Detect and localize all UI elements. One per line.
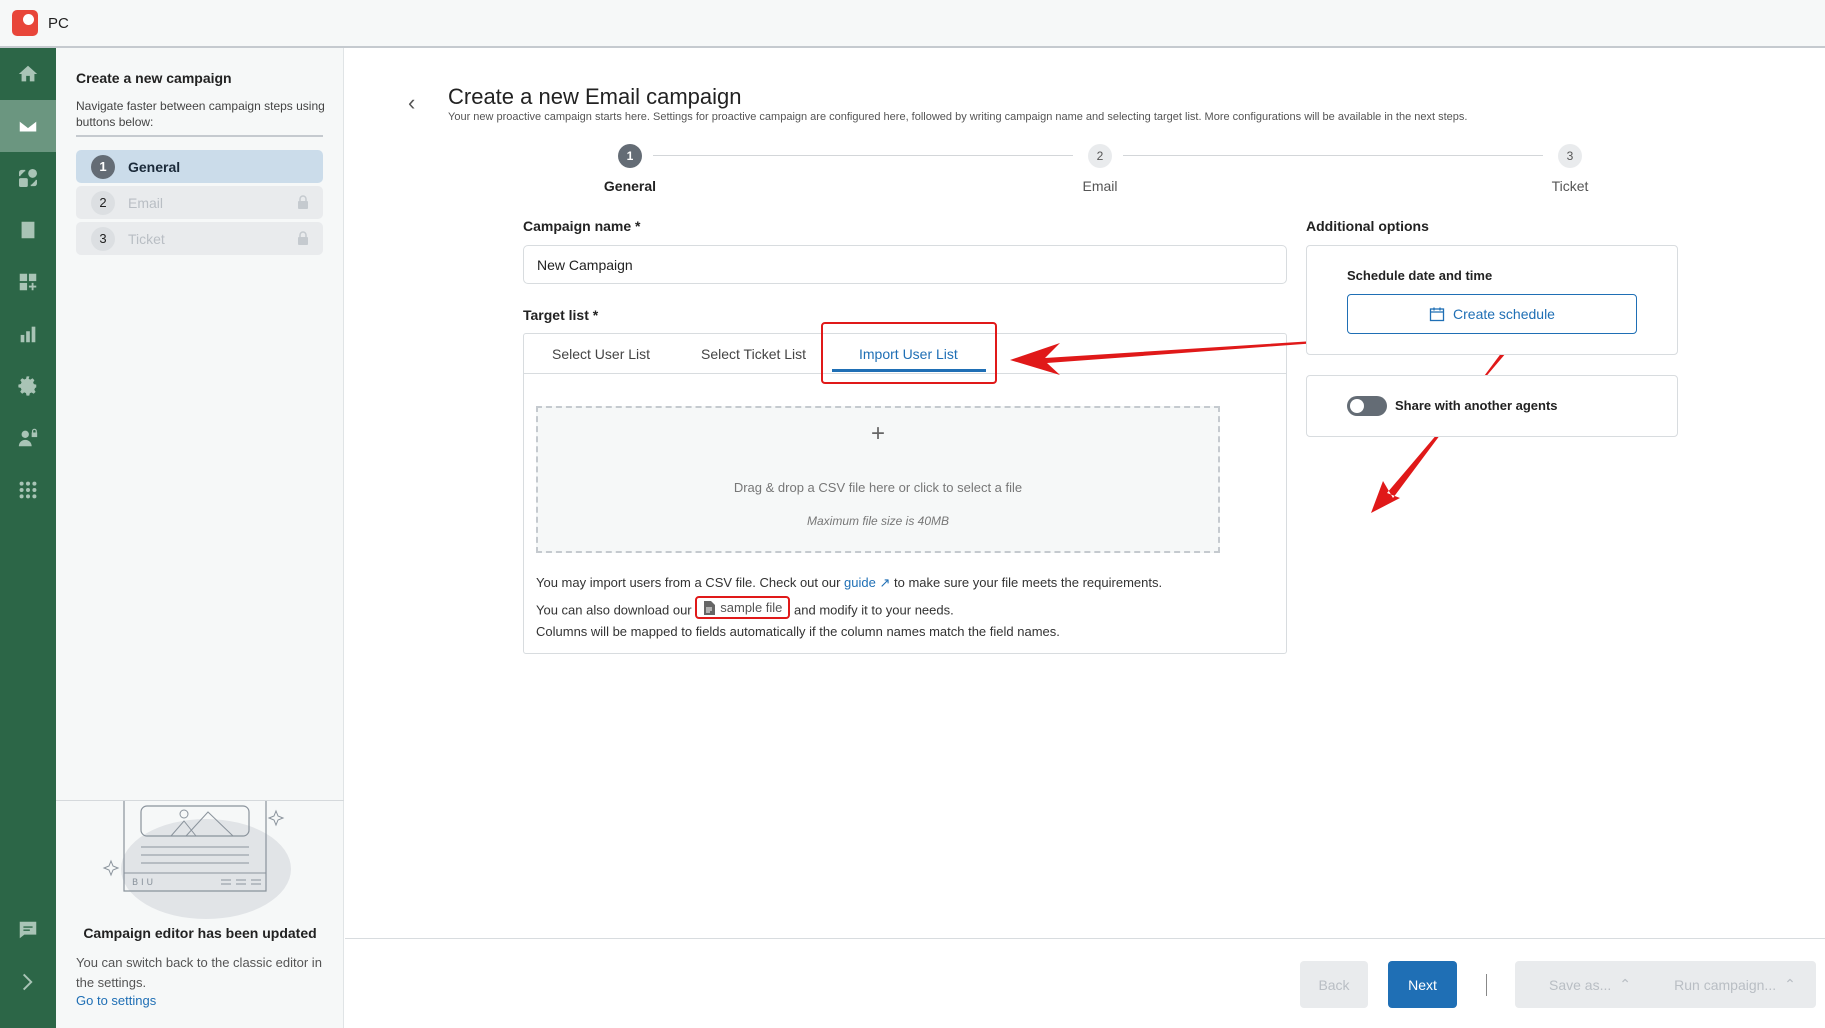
next-button[interactable]: Next — [1388, 961, 1457, 1008]
save-as-label: Save as... — [1549, 976, 1612, 993]
update-notice-text: You can switch back to the classic edito… — [76, 955, 322, 990]
chevron-up-icon: ⌃ — [1784, 976, 1796, 992]
guide-link[interactable]: guide ↗ — [844, 575, 890, 590]
rail-item-settings[interactable] — [0, 360, 56, 412]
steps-panel-subtitle: Navigate faster between campaign steps u… — [76, 99, 325, 129]
update-notice-title: Campaign editor has been updated — [83, 925, 317, 941]
tab-select-user-list[interactable]: Select User List — [552, 346, 650, 362]
step-number: 3 — [91, 226, 115, 251]
rail-item-add-widget[interactable] — [0, 256, 56, 308]
step-number: 2 — [91, 190, 115, 215]
stepper-label-general: General — [603, 178, 657, 194]
back-chevron-icon[interactable]: ‹ — [408, 90, 415, 116]
stepper-label-ticket: Ticket — [1551, 178, 1589, 194]
title-bar: PC — [0, 0, 1825, 48]
progress-stepper: 1 2 3 General Email Ticket — [345, 144, 1825, 204]
page-title: Create a new Email campaign — [448, 84, 742, 109]
rail-item-inbox[interactable] — [0, 204, 56, 256]
go-to-settings-link[interactable]: Go to settings — [76, 993, 156, 1008]
editor-update-notice: B I U Campaign editor has been updated Y… — [56, 800, 344, 1028]
info-text: and modify it to your needs. — [794, 602, 954, 618]
additional-options-label: Additional options — [1306, 218, 1429, 234]
app-logo-icon — [12, 10, 38, 36]
sample-file-link[interactable]: sample file — [695, 596, 791, 619]
mail-icon — [19, 119, 37, 132]
rail-item-automation[interactable] — [0, 152, 56, 204]
page-subtitle: Your new proactive campaign starts here.… — [448, 111, 1468, 123]
chevron-right-icon — [22, 973, 33, 991]
info-text: to make sure your file meets the require… — [894, 575, 1163, 590]
divider — [76, 135, 323, 137]
chat-icon — [19, 921, 37, 939]
grid-plus-icon — [19, 273, 37, 291]
stepper-connector — [1123, 155, 1543, 156]
save-as-button[interactable]: Save as... ⌃ — [1515, 961, 1665, 1008]
stepper-step-2: 2 — [1088, 144, 1112, 168]
share-card: Share with another agents — [1306, 375, 1678, 437]
campaign-steps-panel: Create a new campaign Navigate faster be… — [56, 48, 344, 1028]
import-info-line-2: You can also download our sample file an… — [536, 596, 954, 619]
inbox-icon — [21, 221, 35, 239]
step-label: General — [128, 158, 181, 175]
shapes-icon — [19, 169, 37, 187]
create-schedule-label: Create schedule — [1453, 306, 1555, 322]
svg-text:B I U: B I U — [132, 878, 153, 888]
campaign-name-label: Campaign name * — [523, 218, 641, 234]
step-nav-general[interactable]: 1 General — [76, 150, 323, 183]
stepper-label-email: Email — [1082, 178, 1118, 194]
nav-rail — [0, 48, 56, 1028]
step-number: 1 — [91, 154, 115, 179]
file-icon — [704, 600, 716, 615]
rail-item-apps[interactable] — [0, 464, 56, 516]
divider — [1486, 974, 1487, 996]
import-info-line-3: Columns will be mapped to fields automat… — [536, 624, 1060, 639]
step-label: Ticket — [128, 230, 165, 247]
stepper-step-1: 1 — [618, 144, 642, 168]
home-icon — [18, 65, 38, 82]
rail-item-feedback[interactable] — [0, 908, 56, 952]
stepper-step-3: 3 — [1558, 144, 1582, 168]
rail-item-user-permissions[interactable] — [0, 412, 56, 464]
calendar-icon — [1429, 307, 1445, 322]
external-link-icon: ↗ — [879, 575, 891, 590]
footer-action-bar: Back Next Save as... ⌃ Run campaign... ⌃ — [345, 938, 1825, 1028]
info-text: You may import users from a CSV file. Ch… — [536, 575, 841, 590]
editor-illustration-icon: B I U — [102, 801, 291, 919]
rail-item-home[interactable] — [0, 48, 56, 100]
tab-select-ticket-list[interactable]: Select Ticket List — [701, 346, 806, 362]
app-title: PC — [48, 14, 69, 32]
sample-file-text: sample file — [720, 600, 783, 615]
steps-panel-title: Create a new campaign — [76, 70, 232, 86]
step-nav-email[interactable]: 2 Email — [76, 186, 323, 219]
rail-item-reports[interactable] — [0, 308, 56, 360]
target-list-label: Target list * — [523, 307, 599, 323]
step-nav-ticket[interactable]: 3 Ticket — [76, 222, 323, 255]
schedule-card: Schedule date and time Create schedule — [1306, 245, 1678, 355]
share-toggle-label: Share with another agents — [1395, 398, 1558, 413]
rail-item-expand[interactable] — [0, 960, 56, 1004]
apps-grid-icon — [19, 481, 37, 499]
step-label: Email — [128, 194, 164, 211]
annotation-highlight-box — [821, 322, 997, 384]
info-text: You can also download our — [536, 602, 692, 618]
main-content: ‹ Create a new Email campaign Your new p… — [345, 48, 1825, 938]
schedule-title: Schedule date and time — [1347, 268, 1493, 283]
rail-item-email[interactable] — [0, 100, 56, 152]
run-campaign-label: Run campaign... — [1674, 976, 1777, 993]
import-info-line-1: You may import users from a CSV file. Ch… — [536, 575, 1162, 591]
back-button[interactable]: Back — [1300, 961, 1368, 1008]
run-campaign-button[interactable]: Run campaign... ⌃ — [1654, 961, 1816, 1008]
gear-icon — [18, 376, 37, 396]
user-lock-icon — [18, 428, 38, 447]
lock-icon — [298, 195, 308, 209]
lock-icon — [298, 231, 308, 245]
share-toggle[interactable] — [1347, 396, 1387, 416]
create-schedule-button[interactable]: Create schedule — [1347, 294, 1637, 334]
bar-chart-icon — [20, 326, 36, 343]
guide-link-text: guide — [844, 575, 876, 590]
campaign-name-input[interactable] — [523, 245, 1287, 284]
chevron-up-icon: ⌃ — [1619, 976, 1631, 992]
stepper-connector — [653, 155, 1073, 156]
